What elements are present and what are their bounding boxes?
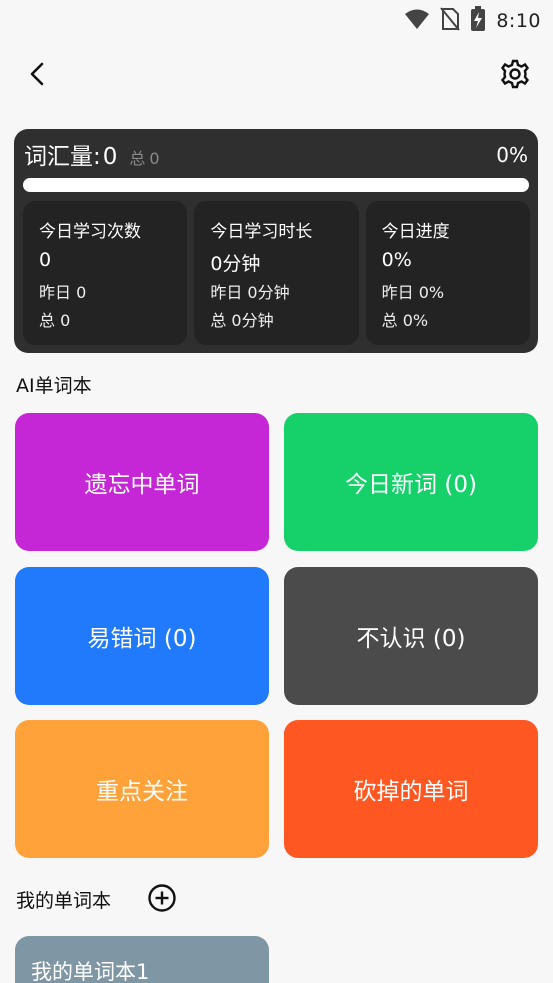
- status-time: 8:10: [496, 10, 541, 32]
- stat-yesterday: 昨日 0%: [381, 283, 445, 302]
- vocab-total-value: 0: [149, 149, 160, 168]
- vocab-row: 词汇量: 0 总 0 0%: [24, 137, 528, 173]
- tile-label: 今日新词 (0): [345, 472, 477, 498]
- notebook-card[interactable]: 我的单词本1: [15, 936, 269, 983]
- stats-card: 词汇量: 0 总 0 0% 今日学习次数 0 昨日 0 总 0 今日学习时长 0…: [14, 129, 538, 353]
- vocab-label: 词汇量:: [24, 144, 101, 170]
- stat-title: 今日进度: [381, 222, 450, 242]
- tile-key-focus[interactable]: 重点关注: [15, 720, 269, 858]
- stat-value: 0%: [381, 249, 412, 271]
- tile-label: 砍掉的单词: [353, 779, 469, 805]
- stat-value: 0: [39, 249, 52, 271]
- stat-total: 总 0: [39, 311, 71, 330]
- stat-box-study-time: 今日学习时长 0分钟 昨日 0分钟 总 0分钟: [194, 201, 359, 345]
- no-sim-icon: [440, 7, 461, 35]
- tile-label: 遗忘中单词: [84, 472, 200, 498]
- gear-icon: [500, 59, 530, 93]
- stat-total: 总 0分钟: [210, 311, 274, 330]
- tile-unknown-words[interactable]: 不认识 (0): [284, 567, 538, 705]
- back-button[interactable]: [20, 58, 56, 94]
- notebook-label: 我的单词本1: [31, 960, 150, 983]
- tile-label: 不认识 (0): [356, 626, 466, 652]
- tile-error-prone-words[interactable]: 易错词 (0): [15, 567, 269, 705]
- my-section-title: 我的单词本: [16, 890, 112, 912]
- ai-section-title: AI单词本: [16, 375, 92, 397]
- stat-yesterday: 昨日 0: [39, 283, 87, 302]
- plus-circle-icon: [147, 884, 177, 917]
- screen: 8:10 词汇量: 0 总 0 0% 今日学习次数 0 昨日 0 总 0 今日学…: [0, 0, 553, 983]
- tile-forgetting-words[interactable]: 遗忘中单词: [15, 413, 269, 551]
- status-icons: 8:10: [404, 6, 541, 36]
- stat-total: 总 0%: [381, 311, 429, 330]
- stat-title: 今日学习次数: [39, 222, 141, 242]
- vocab-percent: 0%: [496, 143, 528, 167]
- stat-boxes: 今日学习次数 0 昨日 0 总 0 今日学习时长 0分钟 昨日 0分钟 总 0分…: [23, 201, 530, 345]
- tile-label: 易错词 (0): [87, 626, 197, 652]
- vocab-value: 0: [102, 144, 118, 170]
- wifi-icon: [404, 8, 430, 34]
- app-bar: [0, 52, 553, 100]
- stat-title: 今日学习时长: [210, 222, 313, 242]
- stat-yesterday: 昨日 0分钟: [210, 283, 290, 302]
- vocab-total-label: 总: [129, 149, 146, 168]
- stat-box-study-count: 今日学习次数 0 昨日 0 总 0: [23, 201, 188, 345]
- vocab-progress-bar: [23, 178, 529, 192]
- tile-removed-words[interactable]: 砍掉的单词: [284, 720, 538, 858]
- tile-label: 重点关注: [96, 779, 188, 805]
- stat-box-progress: 今日进度 0% 昨日 0% 总 0%: [365, 201, 530, 345]
- stat-value: 0分钟: [210, 253, 261, 275]
- tile-new-words-today[interactable]: 今日新词 (0): [284, 413, 538, 551]
- chevron-left-icon: [28, 61, 48, 91]
- status-bar: 8:10: [0, 0, 553, 38]
- settings-button[interactable]: [497, 58, 533, 94]
- battery-charging-icon: [470, 6, 486, 36]
- add-notebook-button[interactable]: [147, 883, 177, 913]
